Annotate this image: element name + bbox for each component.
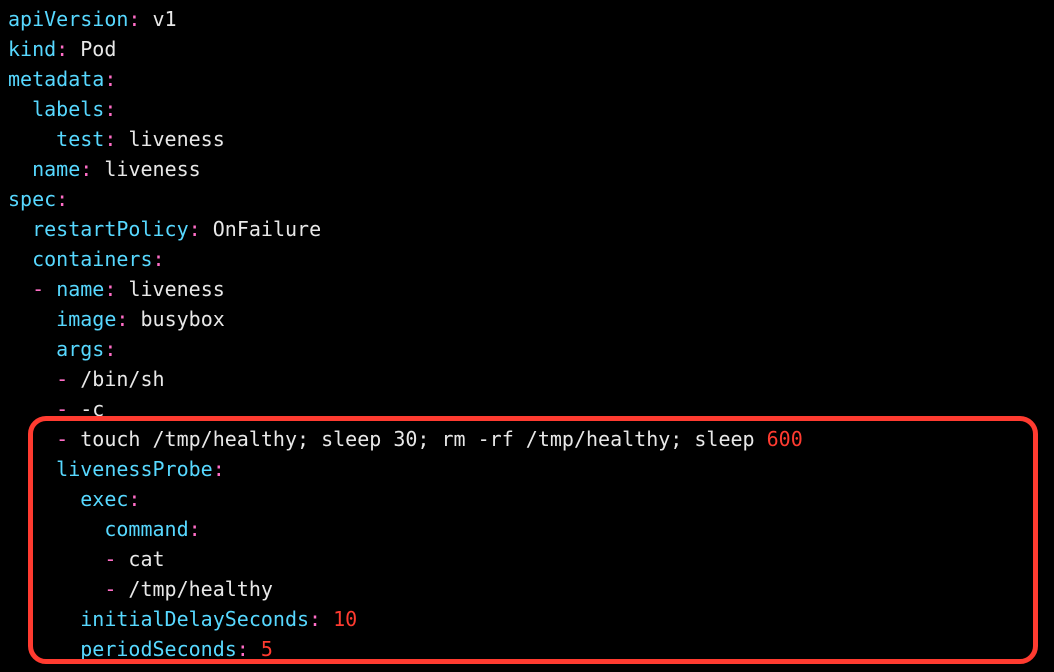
key-spec: spec: [8, 187, 56, 211]
key-c0-name: name: [56, 277, 104, 301]
key-apiVersion: apiVersion: [8, 7, 128, 31]
cmd-1: /tmp/healthy: [128, 577, 273, 601]
colon: :: [56, 37, 68, 61]
val-apiVersion: v1: [153, 7, 177, 31]
colon: :: [309, 607, 321, 631]
colon: :: [128, 7, 140, 31]
key-c0-args: args: [56, 337, 104, 361]
key-exec: exec: [80, 487, 128, 511]
colon: :: [213, 457, 225, 481]
val-periodSeconds: 5: [261, 637, 273, 661]
key-periodSeconds: periodSeconds: [80, 637, 237, 661]
key-meta-name: name: [32, 157, 80, 181]
colon: :: [128, 487, 140, 511]
colon: :: [237, 637, 249, 661]
dash: -: [32, 277, 44, 301]
key-restartPolicy: restartPolicy: [32, 217, 189, 241]
dash: -: [104, 577, 116, 601]
key-labels: labels: [32, 97, 104, 121]
colon: :: [153, 247, 165, 271]
key-kind: kind: [8, 37, 56, 61]
dash: -: [56, 397, 68, 421]
arg-2-pre: touch /tmp/healthy; sleep 30; rm -rf /tm…: [80, 427, 766, 451]
key-containers: containers: [32, 247, 152, 271]
val-kind: Pod: [80, 37, 116, 61]
colon: :: [189, 217, 201, 241]
dash: -: [56, 427, 68, 451]
val-initialDelaySeconds: 10: [333, 607, 357, 631]
colon: :: [104, 127, 116, 151]
arg-0: /bin/sh: [80, 367, 164, 391]
colon: :: [56, 187, 68, 211]
val-meta-name: liveness: [104, 157, 200, 181]
key-command: command: [104, 517, 188, 541]
key-livenessProbe: livenessProbe: [56, 457, 213, 481]
colon: :: [104, 97, 116, 121]
val-c0-name: liveness: [128, 277, 224, 301]
key-initialDelaySeconds: initialDelaySeconds: [80, 607, 309, 631]
colon: :: [189, 517, 201, 541]
colon: :: [104, 67, 116, 91]
cmd-0: cat: [128, 547, 164, 571]
colon: :: [80, 157, 92, 181]
arg-2-num: 600: [767, 427, 803, 451]
key-metadata: metadata: [8, 67, 104, 91]
colon: :: [116, 307, 128, 331]
arg-1: -c: [80, 397, 104, 421]
colon: :: [104, 277, 116, 301]
key-c0-image: image: [56, 307, 116, 331]
colon: :: [104, 337, 116, 361]
dash: -: [104, 547, 116, 571]
key-test: test: [56, 127, 104, 151]
val-c0-image: busybox: [140, 307, 224, 331]
val-restartPolicy: OnFailure: [213, 217, 321, 241]
dash: -: [56, 367, 68, 391]
yaml-code-block: apiVersion: v1 kind: Pod metadata: label…: [0, 0, 1054, 672]
val-test: liveness: [128, 127, 224, 151]
